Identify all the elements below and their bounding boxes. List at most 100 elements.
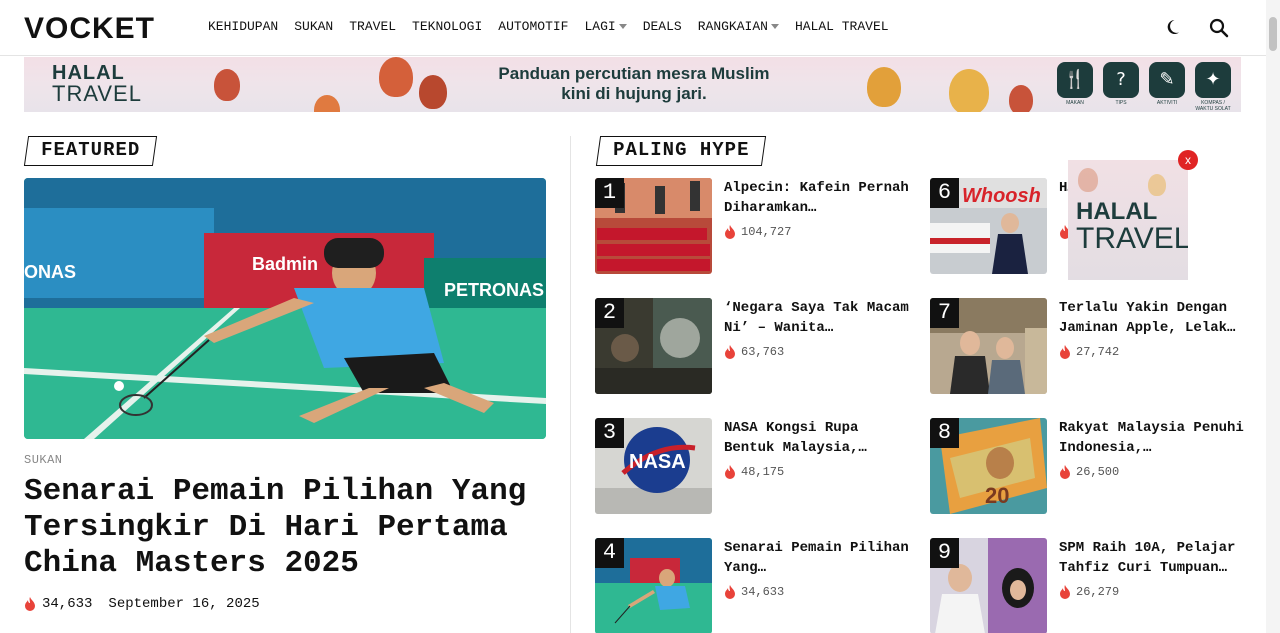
rank-badge: 7 xyxy=(930,298,959,328)
nav-item-travel[interactable]: TRAVEL xyxy=(349,19,396,34)
balloon-graphic xyxy=(949,69,989,112)
scrollbar-thumb[interactable] xyxy=(1269,17,1277,51)
hype-thumbnail[interactable]: 4 xyxy=(595,538,712,633)
featured-image[interactable]: PETRONAS Badmin ONAS xyxy=(24,178,546,439)
hype-list-item[interactable]: NASA 3 NASA Kongsi Rupa Bentuk Malaysia,… xyxy=(595,418,915,514)
nav-label: SUKAN xyxy=(294,19,334,34)
hype-view-count: 48,175 xyxy=(741,465,785,479)
hype-title[interactable]: Senarai Pemain Pilihan Yang… xyxy=(724,538,914,578)
banner-feature: 🍴 MAKAN xyxy=(1055,62,1095,112)
feature-label: AKTIVITI xyxy=(1156,100,1178,106)
popup-brand-line1: HALAL xyxy=(1076,198,1158,225)
hype-view-count: 26,500 xyxy=(1076,465,1120,479)
nav-label: LAGI xyxy=(584,19,616,34)
feature-label: MAKAN xyxy=(1066,100,1084,106)
featured-category[interactable]: SUKAN xyxy=(24,453,63,467)
svg-text:Badmin: Badmin xyxy=(252,254,318,274)
flame-icon xyxy=(725,225,735,239)
activity-icon: ✎ xyxy=(1149,62,1185,98)
hype-list-item[interactable]: 2 ‘Negara Saya Tak Macam Ni’ – Wanita… 6… xyxy=(595,298,915,394)
banner-tagline-line2: kini di hujung jari. xyxy=(561,84,707,103)
hype-list-item[interactable]: 7 Terlalu Yakin Dengan Jaminan Apple, Le… xyxy=(930,298,1250,394)
hype-list-item[interactable]: 9 SPM Raih 10A, Pelajar Tahfiz Curi Tump… xyxy=(930,538,1250,633)
flame-icon xyxy=(1060,465,1070,479)
flame-icon xyxy=(25,597,35,611)
site-header: VOCKET KEHIDUPAN SUKAN TRAVEL TEKNOLOGI … xyxy=(0,0,1266,56)
balloon-graphic xyxy=(1148,174,1166,196)
hype-list-item[interactable]: 20 8 Rakyat Malaysia Penuhi Indonesia,… … xyxy=(930,418,1250,514)
popup-brand-logo: HALAL TRAVEL xyxy=(1076,200,1188,254)
featured-meta: 34,633 September 16, 2025 xyxy=(24,596,260,612)
hype-thumbnail[interactable]: 1 xyxy=(595,178,712,274)
banner-feature: ? TIPS xyxy=(1101,62,1141,112)
nav-label: AUTOMOTIF xyxy=(498,19,569,34)
nav-item-sukan[interactable]: SUKAN xyxy=(294,19,333,34)
hype-thumbnail[interactable]: NASA 3 xyxy=(595,418,712,514)
hype-list-item[interactable]: 4 Senarai Pemain Pilihan Yang… 34,633 xyxy=(595,538,915,633)
nav-label: DEALS xyxy=(642,19,682,34)
rank-badge: 2 xyxy=(595,298,624,328)
hype-view-count: 27,742 xyxy=(1076,345,1120,359)
feature-label: TIPS xyxy=(1115,100,1127,106)
site-logo[interactable]: VOCKET xyxy=(24,12,155,46)
featured-heading: FEATURED xyxy=(23,136,158,166)
nav-item-halal-travel[interactable]: HALAL TRAVEL xyxy=(795,19,889,34)
featured-title[interactable]: Senarai Pemain Pilihan Yang Tersingkir D… xyxy=(24,474,554,582)
nav-item-kehidupan[interactable]: KEHIDUPAN xyxy=(208,19,278,34)
rank-badge: 4 xyxy=(595,538,624,568)
nav-label: KEHIDUPAN xyxy=(208,19,279,34)
balloon-graphic xyxy=(419,75,447,109)
nav-item-lagi[interactable]: LAGI xyxy=(584,19,627,34)
flame-icon xyxy=(1060,345,1070,359)
nav-item-automotif[interactable]: AUTOMOTIF xyxy=(498,19,568,34)
popup-ad[interactable]: HALAL TRAVEL xyxy=(1068,160,1188,280)
banner-feature-icons: 🍴 MAKAN ? TIPS ✎ AKTIVITI ✦ KOMPAS / WAKTU S… xyxy=(1055,62,1233,112)
balloon-graphic xyxy=(214,69,240,101)
flame-icon xyxy=(725,585,735,599)
nav-item-deals[interactable]: DEALS xyxy=(643,19,682,34)
rank-badge: 1 xyxy=(595,178,624,208)
rank-badge: 9 xyxy=(930,538,959,568)
nav-item-rangkaian[interactable]: RANGKAIAN xyxy=(698,19,779,34)
svg-text:ONAS: ONAS xyxy=(24,262,76,282)
hype-thumbnail[interactable]: Whoosh 6 xyxy=(930,178,1047,274)
balloon-graphic xyxy=(314,95,340,112)
hype-title[interactable]: Alpecin: Kafein Pernah Diharamkan… xyxy=(724,178,914,218)
rank-badge: 6 xyxy=(930,178,959,208)
moon-icon[interactable] xyxy=(1165,18,1185,38)
flame-icon xyxy=(725,345,735,359)
hype-views: 63,763 xyxy=(724,345,784,359)
nav-item-teknologi[interactable]: TEKNOLOGI xyxy=(412,19,482,34)
hype-views: 26,279 xyxy=(1059,585,1119,599)
flame-icon xyxy=(1060,585,1070,599)
hype-title[interactable]: SPM Raih 10A, Pelajar Tahfiz Curi Tumpua… xyxy=(1059,538,1249,578)
balloon-graphic xyxy=(1009,85,1033,112)
close-icon[interactable]: x xyxy=(1178,150,1198,170)
hype-thumbnail[interactable]: 20 8 xyxy=(930,418,1047,514)
rank-badge: 3 xyxy=(595,418,624,448)
featured-views: 34,633 xyxy=(42,596,93,612)
hype-title[interactable]: ‘Negara Saya Tak Macam Ni’ – Wanita… xyxy=(724,298,914,338)
hype-thumbnail[interactable]: 2 xyxy=(595,298,712,394)
compass-icon: ✦ xyxy=(1195,62,1231,98)
hype-list-item[interactable]: 1 Alpecin: Kafein Pernah Diharamkan… 104… xyxy=(595,178,915,274)
banner-brand-line1: HALAL xyxy=(52,62,125,84)
svg-text:NASA: NASA xyxy=(629,451,686,473)
hype-title[interactable]: Rakyat Malaysia Penuhi Indonesia,… xyxy=(1059,418,1249,458)
hype-title[interactable]: Terlalu Yakin Dengan Jaminan Apple, Lela… xyxy=(1059,298,1249,338)
page-scrollbar[interactable] xyxy=(1266,0,1280,633)
hype-thumbnail[interactable]: 9 xyxy=(930,538,1047,633)
nav-label: HALAL TRAVEL xyxy=(794,19,889,34)
halal-travel-banner[interactable]: HALAL TRAVEL Panduan percutian mesra Mus… xyxy=(24,57,1241,112)
search-icon[interactable] xyxy=(1209,18,1229,38)
hype-view-count: 104,727 xyxy=(741,225,792,239)
hype-title[interactable]: NASA Kongsi Rupa Bentuk Malaysia,… xyxy=(724,418,914,458)
feature-label: KOMPAS / WAKTU SOLAT xyxy=(1195,100,1231,112)
flame-icon xyxy=(725,465,735,479)
hype-view-count: 26,279 xyxy=(1076,585,1120,599)
banner-feature: ✎ AKTIVITI xyxy=(1147,62,1187,112)
svg-text:20: 20 xyxy=(985,483,1009,508)
main-nav: KEHIDUPAN SUKAN TRAVEL TEKNOLOGI AUTOMOT… xyxy=(208,19,889,34)
banner-tagline-line1: Panduan percutian mesra Muslim xyxy=(498,64,770,83)
hype-thumbnail[interactable]: 7 xyxy=(930,298,1047,394)
